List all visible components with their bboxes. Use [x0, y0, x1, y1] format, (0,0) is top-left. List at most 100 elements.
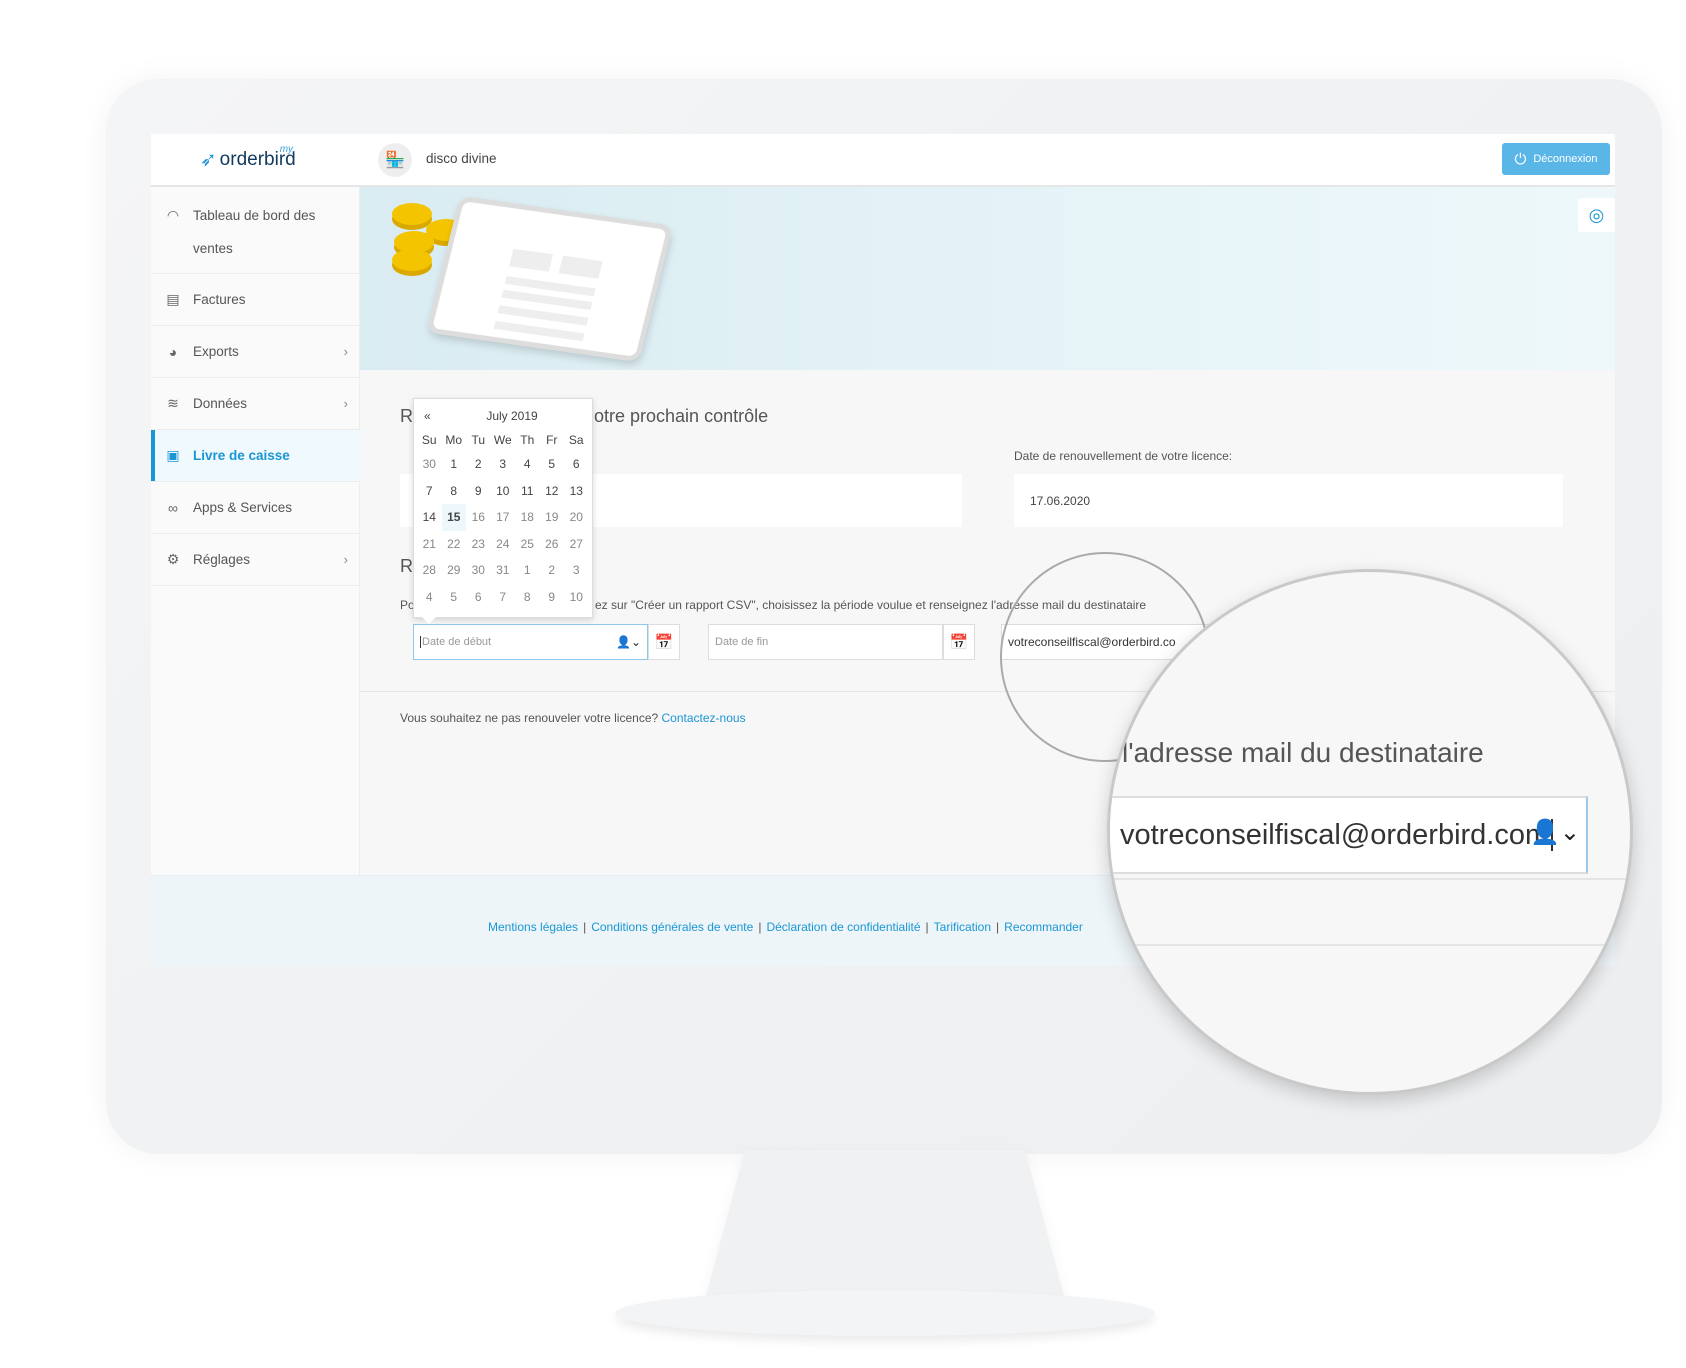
calendar-day[interactable]: 1	[515, 557, 540, 584]
no-renew-line: Vous souhaitez ne pas renouveler votre l…	[400, 711, 746, 725]
separator: |	[996, 920, 1000, 934]
calendar-day[interactable]: 27	[564, 531, 589, 558]
calendar-day[interactable]: 7	[491, 584, 516, 611]
calendar-day[interactable]: 15	[441, 504, 466, 531]
footer-link[interactable]: Conditions générales de vente	[591, 920, 753, 934]
calendar-day[interactable]: 1	[442, 451, 467, 478]
weekday-header: Su	[421, 433, 437, 447]
cashbook-icon: ▣	[166, 447, 180, 463]
sidebar-item-label: Tableau de bord des ventes	[193, 208, 316, 256]
calendar-day[interactable]: 30	[466, 557, 491, 584]
calendar-icon: 📅	[949, 634, 969, 651]
footer-link[interactable]: Mentions légales	[488, 920, 578, 934]
calendar-day[interactable]: 20	[564, 504, 589, 531]
calendar-day[interactable]: 7	[417, 478, 442, 505]
calendar-day[interactable]: 12	[540, 478, 565, 505]
bird-icon: ➶	[199, 149, 217, 171]
calendar-day[interactable]: 21	[417, 531, 442, 558]
calendar-day[interactable]: 8	[515, 584, 540, 611]
logout-button[interactable]: ⏻ Déconnexion	[1502, 143, 1610, 175]
sidebar-item-label: Données	[193, 396, 248, 411]
calendar-day[interactable]: 30	[417, 451, 442, 478]
calendar-day[interactable]: 26	[540, 531, 565, 558]
logo[interactable]: ➶ orderbird my.	[151, 134, 360, 187]
calendar-grid: Su Mo Tu We Th Fr Sa 30 1 2 3 4 5 6 7 8 9 10 11 12 13 14 15 16 1…	[417, 429, 589, 610]
calendar-day[interactable]: 6	[564, 451, 589, 478]
weekday-header: Th	[520, 433, 535, 447]
calendar-day[interactable]: 13	[564, 478, 589, 505]
start-date-input[interactable]: Date de début 👤⌄	[413, 624, 648, 660]
logo-prefix: my.	[279, 144, 296, 155]
layers-icon: ≋	[167, 395, 179, 411]
help-button[interactable]: ◎	[1578, 198, 1615, 232]
footer-link[interactable]: Tarification	[934, 920, 991, 934]
calendar-day[interactable]: 2	[540, 557, 565, 584]
divider	[1110, 878, 1630, 880]
footer-link[interactable]: Recommander	[1004, 920, 1083, 934]
divider	[1110, 944, 1630, 946]
calendar-month-title[interactable]: July 2019	[472, 409, 552, 423]
calendar-day[interactable]: 5	[540, 451, 565, 478]
calendar-day[interactable]: 28	[417, 557, 442, 584]
calendar-day[interactable]: 9	[466, 478, 491, 505]
no-renew-text: Vous souhaitez ne pas renouveler votre l…	[400, 711, 659, 725]
invoice-icon: ▤	[166, 291, 180, 307]
calendar-day[interactable]: 18	[515, 504, 540, 531]
calendar-day[interactable]: 22	[442, 531, 467, 558]
end-date-calendar-button[interactable]: 📅	[943, 624, 975, 660]
chevron-right-icon: ›	[343, 396, 348, 411]
gear-icon: ⚙	[166, 551, 180, 567]
end-date-input[interactable]: Date de fin	[708, 624, 943, 660]
power-icon: ⏻	[1514, 150, 1527, 168]
calendar-day[interactable]: 9	[540, 584, 565, 611]
footer-link[interactable]: Déclaration de confidentialité	[766, 920, 920, 934]
calendar-day[interactable]: 17	[491, 504, 516, 531]
calendar-day[interactable]: 8	[442, 478, 467, 505]
weekday-header: Fr	[546, 433, 558, 447]
calendar-day[interactable]: 11	[515, 478, 540, 505]
footer-links: Mentions légales | Conditions générales de…	[488, 920, 1083, 934]
start-date-placeholder: Date de début	[420, 636, 492, 648]
sidebar-item-cashbook[interactable]: ▣ Livre de caisse	[151, 430, 360, 482]
calendar-day[interactable]: 6	[466, 584, 491, 611]
sidebar: ➶ orderbird my. ◠ Tableau de bord des vente…	[151, 134, 360, 875]
top-bar: 🏪 disco divine ⏻ Déconnexion	[360, 134, 1615, 187]
sidebar-item-dashboard[interactable]: ◠ Tableau de bord des ventes	[151, 187, 360, 274]
logout-label: Déconnexion	[1533, 153, 1598, 165]
sidebar-item-exports[interactable]: ◕ Exports ›	[151, 326, 360, 378]
calendar-day[interactable]: 10	[564, 584, 589, 611]
calendar-day[interactable]: 3	[564, 557, 589, 584]
calendar-day[interactable]: 3	[491, 451, 516, 478]
calendar-day[interactable]: 16	[466, 504, 491, 531]
calendar-day[interactable]: 29	[442, 557, 467, 584]
user-autofill-icon[interactable]: 👤⌄	[616, 635, 641, 649]
calendar-day[interactable]: 31	[491, 557, 516, 584]
sidebar-item-data[interactable]: ≋ Données ›	[151, 378, 360, 430]
calendar-day[interactable]: 10	[491, 478, 516, 505]
calendar-day[interactable]: 2	[466, 451, 491, 478]
calendar-day[interactable]: 23	[466, 531, 491, 558]
user-autofill-icon: 👤⌄	[1530, 819, 1580, 846]
sidebar-item-invoices[interactable]: ▤ Factures	[151, 274, 360, 326]
sidebar-item-settings[interactable]: ⚙ Réglages ›	[151, 534, 360, 586]
chevron-right-icon: ›	[343, 552, 348, 567]
separator: |	[758, 920, 762, 934]
calendar-day[interactable]: 25	[515, 531, 540, 558]
weekday-header: We	[493, 433, 512, 447]
shop-avatar[interactable]: 🏪	[378, 143, 412, 177]
sidebar-item-label: Livre de caisse	[193, 448, 290, 463]
calendar-day[interactable]: 24	[491, 531, 516, 558]
sidebar-item-label: Factures	[193, 292, 246, 307]
sidebar-item-apps[interactable]: ∞ Apps & Services	[151, 482, 360, 534]
calendar-day[interactable]: 5	[442, 584, 467, 611]
contact-link[interactable]: Contactez-nous	[662, 711, 746, 725]
weekday-header: Mo	[445, 433, 463, 447]
tablet-illustration	[426, 195, 673, 363]
start-date-calendar-button[interactable]: 📅	[648, 624, 680, 660]
calendar-day[interactable]: 14	[417, 504, 442, 531]
calendar-day[interactable]: 4	[515, 451, 540, 478]
calendar-day[interactable]: 4	[417, 584, 442, 611]
coin-illustration	[392, 249, 432, 271]
calendar-day[interactable]: 19	[540, 504, 565, 531]
prev-month-button[interactable]: «	[424, 409, 431, 423]
